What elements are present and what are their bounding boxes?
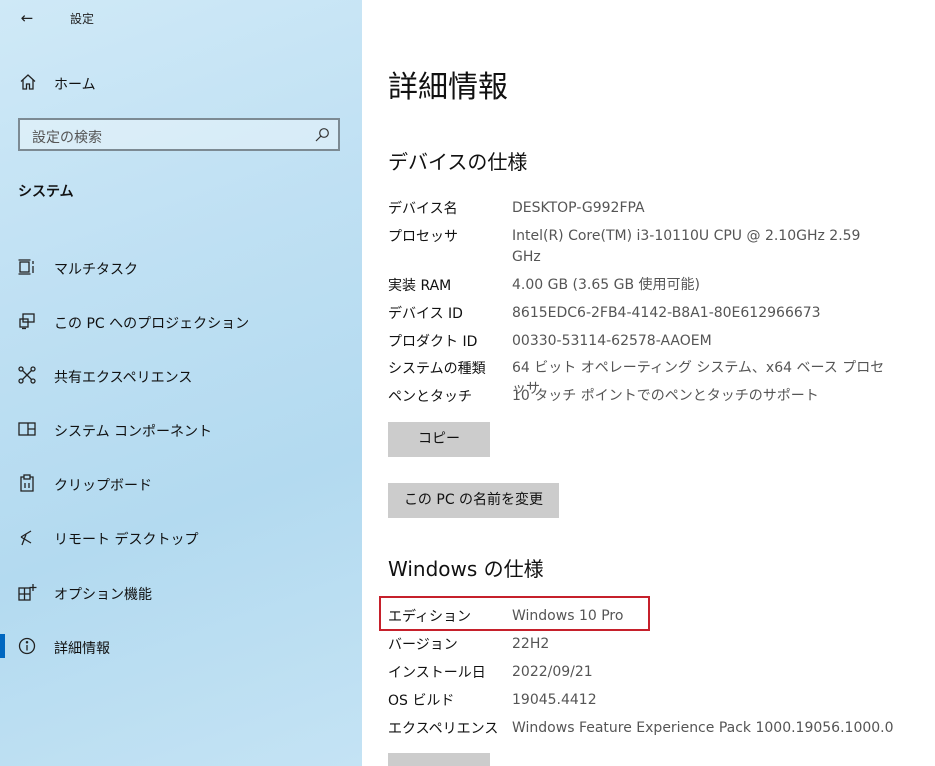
- device-specs-heading: デバイスの仕様: [388, 150, 528, 174]
- spec-key: デバイス名: [388, 201, 458, 217]
- sidebar-item-home[interactable]: ホーム: [0, 64, 362, 100]
- spec-value: 10 タッチ ポイントでのペンとタッチのサポート: [512, 388, 819, 404]
- shared-experiences-icon: [17, 365, 37, 385]
- sidebar-item-remote-desktop[interactable]: リモート デスクトップ: [0, 518, 362, 556]
- projection-icon: [17, 311, 37, 331]
- sidebar-item-label: 詳細情報: [54, 641, 110, 657]
- sidebar-item-multitasking[interactable]: マルチタスク: [0, 248, 362, 286]
- sidebar-item-system-components[interactable]: システム コンポーネント: [0, 410, 362, 448]
- info-icon: [17, 636, 37, 656]
- app-title: 設定: [70, 12, 95, 26]
- spec-key: システムの種類: [388, 361, 486, 377]
- home-icon: [18, 72, 38, 92]
- spec-key: プロダクト ID: [388, 334, 478, 350]
- back-button[interactable]: ←: [14, 6, 40, 30]
- sidebar-item-label: マルチタスク: [54, 262, 138, 278]
- active-indicator: [0, 634, 5, 658]
- remote-desktop-icon: [17, 527, 37, 547]
- about-page: 詳細情報 デバイスの仕様 デバイス名 DESKTOP-G992FPA プロセッサ…: [362, 0, 935, 766]
- sidebar-item-shared-experiences[interactable]: 共有エクスペリエンス: [0, 356, 362, 394]
- sidebar-item-label: この PC へのプロジェクション: [54, 316, 250, 332]
- clipboard-icon: [17, 473, 37, 493]
- title-bar: ← 設定: [0, 0, 362, 36]
- sidebar-item-clipboard[interactable]: クリップボード: [0, 464, 362, 502]
- sidebar-item-label: 共有エクスペリエンス: [54, 370, 193, 386]
- search-placeholder: 設定の検索: [32, 130, 102, 146]
- windows-specs-heading: Windows の仕様: [388, 557, 544, 581]
- optional-features-icon: [17, 582, 37, 602]
- windows-copy-button[interactable]: [388, 753, 490, 766]
- spec-value: DESKTOP-G992FPA: [512, 200, 645, 216]
- system-components-icon: [17, 419, 37, 439]
- page-title: 詳細情報: [388, 70, 508, 105]
- spec-key: エクスペリエンス: [388, 721, 499, 737]
- settings-sidebar: ← 設定 ホーム 設定の検索 システム マルチタスク この PC へのプロジェク…: [0, 0, 362, 766]
- multitasking-icon: [17, 257, 37, 277]
- spec-key: デバイス ID: [388, 306, 463, 322]
- sidebar-item-label: リモート デスクトップ: [54, 532, 199, 548]
- sidebar-item-projection[interactable]: この PC へのプロジェクション: [0, 302, 362, 340]
- spec-key: エディション: [388, 609, 472, 625]
- spec-value: Windows 10 Pro: [512, 608, 624, 624]
- spec-key: ペンとタッチ: [388, 389, 472, 405]
- spec-value: 4.00 GB (3.65 GB 使用可能): [512, 277, 700, 293]
- spec-key: 実装 RAM: [388, 278, 452, 294]
- spec-value: 8615EDC6-2FB4-4142-B8A1-80E612966673: [512, 305, 821, 321]
- spec-key: インストール日: [388, 665, 486, 681]
- copy-button[interactable]: コピー: [388, 422, 490, 457]
- sidebar-item-label: クリップボード: [54, 478, 152, 494]
- spec-value: 00330-53114-62578-AAOEM: [512, 333, 712, 349]
- search-icon[interactable]: [314, 127, 330, 143]
- sidebar-item-about[interactable]: 詳細情報: [0, 627, 362, 665]
- search-input[interactable]: 設定の検索: [18, 118, 340, 151]
- sidebar-item-optional-features[interactable]: オプション機能: [0, 573, 362, 611]
- spec-key: バージョン: [388, 637, 458, 653]
- sidebar-section-heading: システム: [18, 184, 74, 200]
- spec-value: 19045.4412: [512, 692, 597, 708]
- spec-value: 22H2: [512, 636, 550, 652]
- spec-value: Windows Feature Experience Pack 1000.190…: [512, 720, 894, 736]
- sidebar-item-label: オプション機能: [54, 587, 152, 603]
- spec-value: 2022/09/21: [512, 664, 593, 680]
- sidebar-item-label: システム コンポーネント: [54, 424, 213, 440]
- rename-pc-button[interactable]: この PC の名前を変更: [388, 483, 559, 518]
- spec-key: プロセッサ: [388, 229, 458, 245]
- sidebar-item-label: ホーム: [54, 77, 96, 93]
- spec-value: Intel(R) Core(TM) i3-10110U CPU @ 2.10GH…: [512, 228, 861, 265]
- spec-key: OS ビルド: [388, 693, 455, 709]
